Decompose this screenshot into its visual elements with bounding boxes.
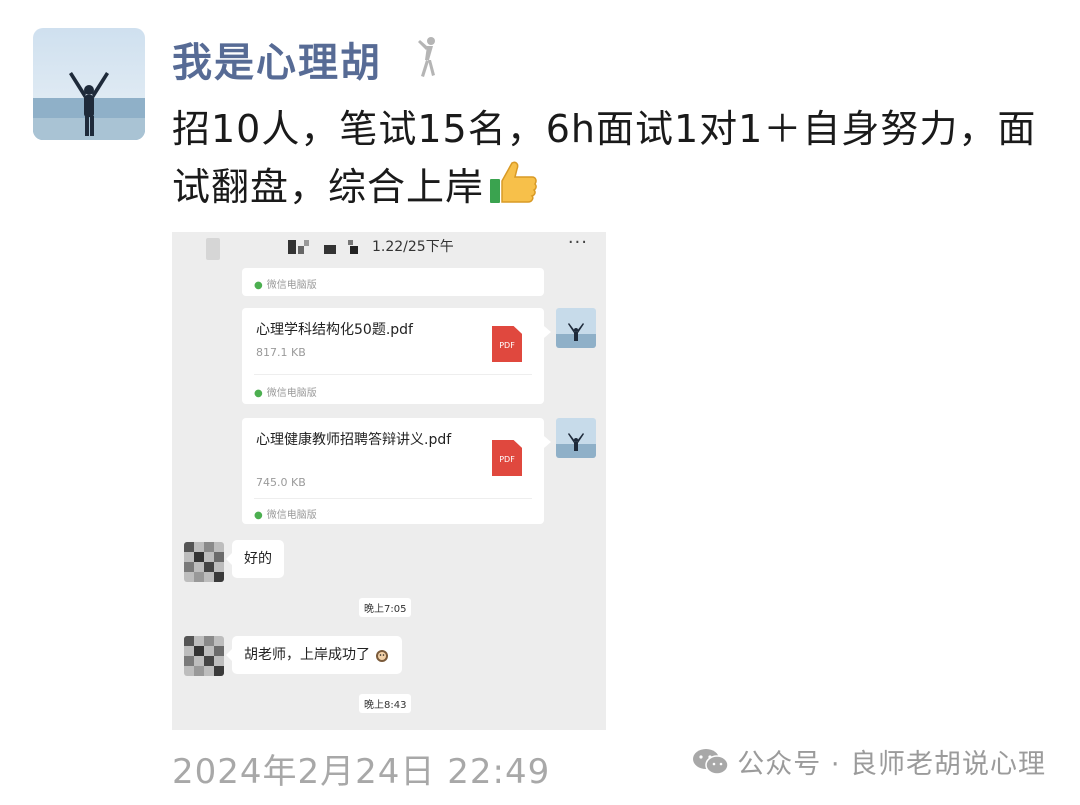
message-time: 晚上7:05 (359, 598, 412, 617)
bubble-tail (544, 326, 551, 338)
card-divider (254, 498, 532, 499)
card-source: ● 微信电脑版 (254, 506, 317, 521)
message-bubble[interactable]: 好的 (226, 540, 284, 578)
figure-tag-icon (412, 36, 442, 78)
bubble-tail (226, 553, 232, 565)
chat-screenshot[interactable]: 1.22/25下午 ··· ● 微信电脑版 心理学科结构化50题.pdf 817.… (172, 232, 606, 730)
wechat-icon (691, 747, 731, 784)
file-name: 心理学科结构化50题.pdf (256, 322, 413, 338)
bubble-tail (226, 649, 232, 661)
watermark-text: 公众号 · 良师老胡说心理 (737, 749, 1046, 780)
source-dot-icon: ● (254, 388, 263, 399)
file-card[interactable]: 心理健康教师招聘答辩讲义.pdf 745.0 KB PDF ● 微信电脑版 (242, 418, 551, 524)
file-card-previous[interactable]: ● 微信电脑版 (242, 268, 544, 296)
message-bubble[interactable]: 胡老师，上岸成功了 (226, 636, 403, 674)
card-divider (254, 374, 532, 375)
file-size: 745.0 KB (256, 476, 306, 489)
chat-header: 1.22/25下午 ··· (172, 232, 606, 262)
author-avatar[interactable] (33, 28, 145, 140)
file-card[interactable]: 心理学科结构化50题.pdf 817.1 KB PDF ● 微信电脑版 (242, 308, 551, 404)
file-name: 心理健康教师招聘答辩讲义.pdf (256, 432, 452, 448)
sender-avatar[interactable] (556, 308, 596, 348)
source-dot-icon: ● (254, 280, 263, 291)
post-text: 招10人，笔试15名，6h面试1对1＋自身努力，面试翻盘，综合上岸 (172, 100, 1052, 221)
file-size: 817.1 KB (256, 346, 306, 359)
message-text: 好的 (244, 551, 272, 567)
thumbs-up-icon (488, 159, 538, 221)
card-source: ● 微信电脑版 (254, 384, 317, 399)
pdf-file-icon: PDF (492, 326, 522, 362)
contact-avatar-blurred[interactable] (184, 636, 224, 676)
sender-avatar[interactable] (556, 418, 596, 458)
card-source-label: 微信电脑版 (266, 388, 317, 399)
back-icon (206, 238, 220, 260)
more-icon[interactable]: ··· (568, 232, 588, 253)
post-timestamp: 2024年2月24日 22:49 (172, 752, 551, 792)
pdf-file-icon: PDF (492, 440, 522, 476)
post-text-content: 招10人，笔试15名，6h面试1对1＋自身努力，面试翻盘，综合上岸 (172, 107, 1037, 209)
message-time: 晚上8:43 (359, 694, 412, 713)
blurred-contact-name (288, 240, 358, 254)
contact-avatar-blurred[interactable] (184, 542, 224, 582)
card-source-label: 微信电脑版 (266, 510, 317, 521)
emoji-icon (376, 650, 389, 662)
author-name[interactable]: 我是心理胡 (172, 30, 382, 88)
source-dot-icon: ● (254, 510, 263, 521)
card-source: ● 微信电脑版 (254, 276, 317, 291)
card-source-label: 微信电脑版 (266, 280, 317, 291)
message-text: 胡老师，上岸成功了 (244, 647, 370, 663)
account-watermark: 公众号 · 良师老胡说心理 (691, 742, 1046, 784)
chat-title: 1.22/25下午 (372, 239, 454, 255)
bubble-tail (544, 436, 551, 448)
